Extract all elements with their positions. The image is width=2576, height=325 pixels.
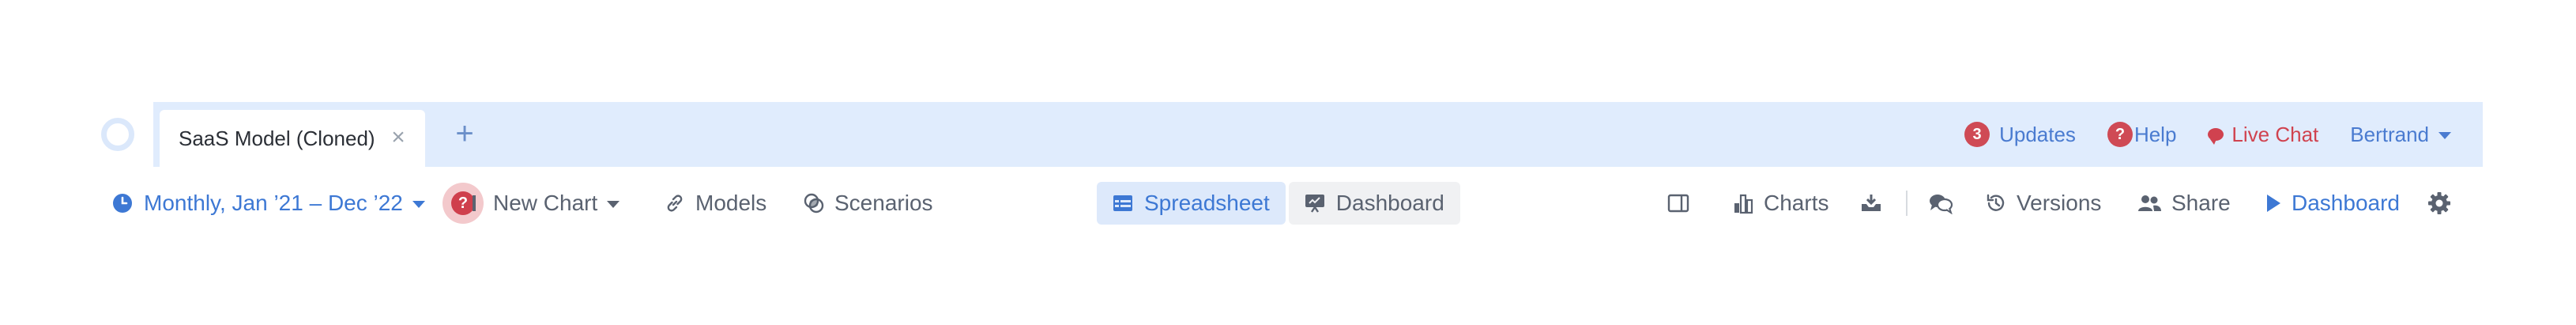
user-name: Bertrand: [2350, 122, 2429, 146]
view-dashboard-button[interactable]: Dashboard: [1288, 182, 1460, 225]
dashboard-play-button[interactable]: Dashboard: [2265, 179, 2400, 228]
chevron-down-icon: [412, 200, 425, 208]
new-chart-button[interactable]: ? New Chart: [443, 179, 620, 228]
spreadsheet-icon: [1113, 195, 1132, 211]
models-button[interactable]: Models: [664, 179, 766, 228]
comments-button[interactable]: [1928, 179, 1953, 228]
versions-button[interactable]: Versions: [1985, 179, 2101, 228]
header-actions: 3 Updates ? Help Live Chat Bertrand: [1933, 102, 2451, 167]
tab-active[interactable]: SaaS Model (Cloned) ×: [160, 110, 425, 167]
live-chat-label: Live Chat: [2231, 122, 2319, 146]
tab-title: SaaS Model (Cloned): [179, 126, 375, 150]
panel-toggle-icon: [1667, 194, 1689, 213]
help-icon: ?: [2107, 122, 2133, 147]
settings-button[interactable]: [2427, 179, 2451, 228]
view-dashboard-label: Dashboard: [1335, 191, 1444, 215]
download-button[interactable]: [1860, 179, 1882, 228]
add-tab-button[interactable]: +: [447, 116, 482, 151]
history-icon: [1987, 194, 2005, 211]
period-selector[interactable]: Monthly, Jan ’21 – Dec ’22: [112, 179, 425, 228]
presentation-icon: [1305, 195, 1324, 213]
logo-ring-icon[interactable]: [101, 118, 134, 151]
versions-label: Versions: [2017, 191, 2102, 215]
chart-mini-icon: [473, 195, 482, 211]
users-icon: [2138, 195, 2161, 211]
share-button[interactable]: Share: [2137, 179, 2231, 228]
view-spreadsheet-button[interactable]: Spreadsheet: [1097, 182, 1286, 225]
clock-icon: [113, 194, 132, 213]
view-spreadsheet-label: Spreadsheet: [1144, 191, 1270, 215]
charts-button[interactable]: Charts: [1732, 179, 1828, 228]
dashboard-play-label: Dashboard: [2292, 191, 2400, 215]
updates-label: Updates: [1999, 122, 2076, 146]
chat-bubble-icon: [2208, 128, 2224, 145]
help-hint-glyph: ?: [451, 191, 475, 215]
scenarios-label: Scenarios: [834, 191, 933, 215]
gear-icon: [2428, 192, 2450, 214]
panel-toggle-button[interactable]: [1667, 179, 1689, 228]
download-icon: [1862, 195, 1881, 211]
updates-count-badge: 3: [1964, 122, 1990, 147]
models-label: Models: [695, 191, 767, 215]
bar-chart-icon: [1734, 194, 1753, 214]
updates-button[interactable]: 3 Updates: [1964, 122, 2076, 147]
help-hint-icon[interactable]: ?: [443, 183, 484, 224]
view-switcher: Spreadsheet Dashboard: [1097, 182, 1460, 225]
play-icon: [2267, 195, 2280, 212]
close-icon[interactable]: ×: [386, 126, 411, 151]
share-label: Share: [2171, 191, 2231, 215]
chevron-down-icon: [2439, 131, 2451, 139]
app-root: SaaS Model (Cloned) × + 3 Updates ? Help…: [0, 0, 2576, 325]
help-label: Help: [2133, 122, 2177, 146]
user-menu[interactable]: Bertrand: [2350, 123, 2451, 147]
new-chart-label: New Chart: [493, 191, 598, 215]
live-chat-button[interactable]: Live Chat: [2208, 123, 2318, 147]
scenarios-circles-icon: [804, 193, 824, 214]
period-label: Monthly, Jan ’21 – Dec ’22: [144, 191, 403, 215]
toolbar: Monthly, Jan ’21 – Dec ’22 ? New Chart M…: [0, 179, 2576, 228]
link-icon: [667, 195, 683, 212]
help-button[interactable]: ? Help: [2107, 122, 2176, 147]
comments-icon: [1930, 195, 1953, 214]
toolbar-divider: [1906, 191, 1908, 216]
charts-label: Charts: [1764, 191, 1829, 215]
tab-bar: SaaS Model (Cloned) × + 3 Updates ? Help…: [153, 102, 2483, 167]
chevron-down-icon: [607, 200, 620, 208]
scenarios-button[interactable]: Scenarios: [803, 179, 933, 228]
